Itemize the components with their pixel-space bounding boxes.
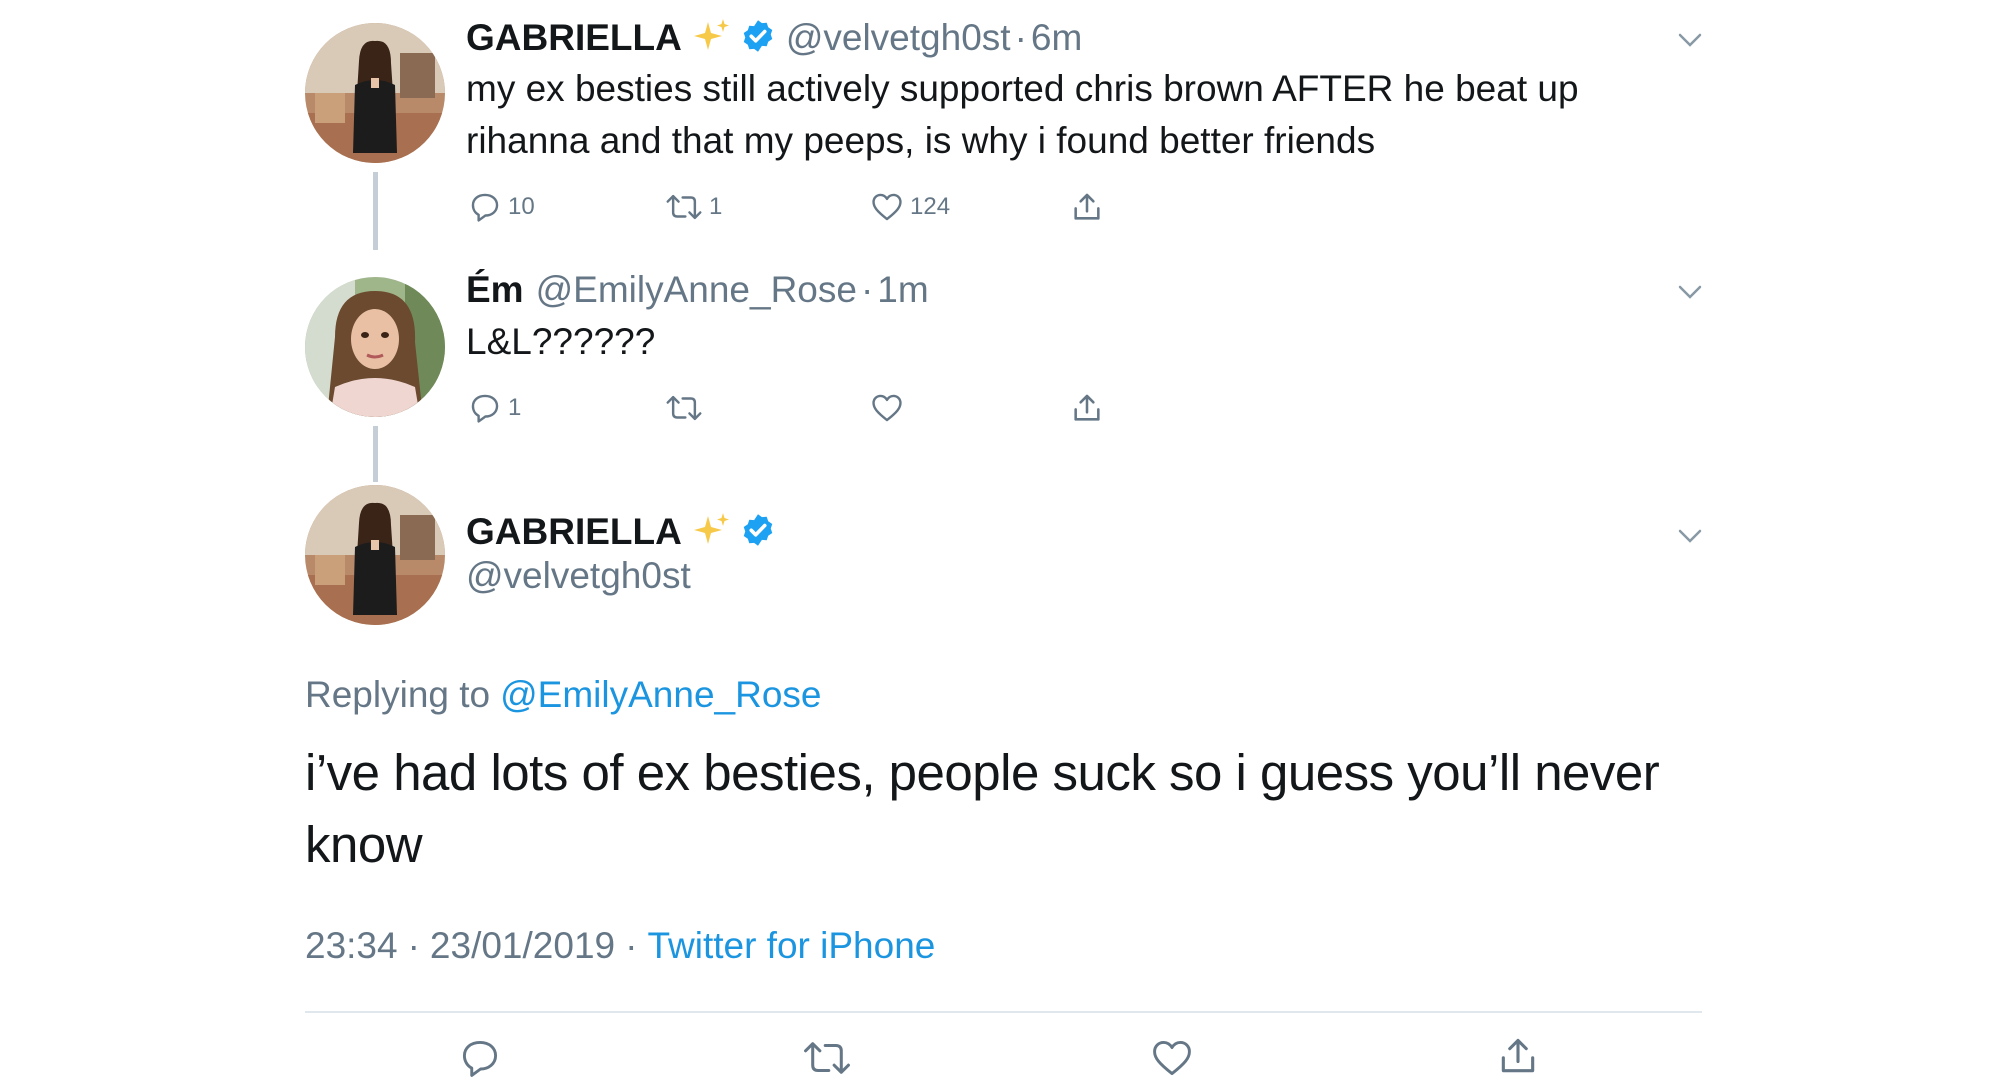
main-tweet-text-line: i’ve had lots of ex besties, people suck…	[305, 744, 1660, 801]
like-button[interactable]: 124	[870, 190, 950, 224]
separator-dot: ·	[625, 925, 638, 966]
timestamp[interactable]: 6m	[1031, 17, 1082, 59]
tweet-text: L&L??????	[466, 316, 1666, 368]
main-tweet-header: GABRIELLA	[466, 508, 776, 556]
heart-icon	[872, 394, 902, 422]
retweet-button[interactable]	[665, 391, 703, 425]
replying-to-label: Replying to	[305, 674, 491, 715]
tweet-date: 23/01/2019	[429, 925, 616, 966]
separator-dot: ·	[1014, 17, 1027, 58]
reply-button[interactable]: 1	[468, 391, 521, 425]
retweet-icon	[666, 395, 702, 421]
share-icon	[1074, 193, 1100, 220]
retweet-button[interactable]: 1	[665, 190, 722, 224]
replying-to-handle[interactable]: @EmilyAnne_Rose	[500, 674, 821, 716]
tweet-time: 23:34	[305, 925, 398, 966]
reply-icon	[471, 193, 499, 222]
tweet-source-link[interactable]: Twitter for iPhone	[647, 925, 935, 967]
reply-icon	[471, 394, 499, 423]
tweet-text-line: my ex besties still actively supported c…	[466, 68, 1579, 109]
thread-connector	[373, 172, 378, 250]
reply-count: 1	[508, 394, 522, 421]
reply-count: 10	[508, 193, 535, 220]
tweet-header: Ém @EmilyAnne_Rose · 1m	[466, 266, 929, 314]
verified-badge-icon	[740, 18, 776, 59]
reply-button[interactable]: 10	[468, 190, 535, 224]
display-name[interactable]: Ém	[466, 269, 524, 311]
share-icon	[1074, 394, 1100, 421]
divider	[305, 1011, 1702, 1013]
replying-to: Replying to @EmilyAnne_Rose	[305, 674, 821, 716]
thread-connector	[373, 426, 378, 482]
handle[interactable]: @velvetgh0st	[466, 555, 691, 597]
handle[interactable]: @velvetgh0st	[786, 17, 1011, 59]
like-count: 124	[910, 193, 951, 220]
main-tweet-text-line: know	[305, 816, 423, 873]
separator-dot: ·	[860, 269, 874, 310]
chevron-down-icon[interactable]	[1677, 282, 1703, 302]
tweet-header: GABRIELLA @velvetgh0st · 6m	[466, 14, 1082, 62]
retweet-icon	[666, 194, 702, 220]
heart-icon	[872, 193, 902, 221]
chevron-down-icon[interactable]	[1677, 526, 1703, 546]
reply-icon[interactable]	[458, 1036, 502, 1080]
tweet-text-line: L&L??????	[466, 321, 656, 362]
tweet-text: my ex besties still actively supported c…	[466, 63, 1666, 167]
display-name[interactable]: GABRIELLA	[466, 511, 682, 553]
display-name[interactable]: GABRIELLA	[466, 17, 682, 59]
main-tweet-text: i’ve had lots of ex besties, people suck…	[305, 737, 1725, 881]
separator-dot: ·	[407, 925, 420, 966]
sparkles-icon	[692, 16, 732, 61]
avatar-em[interactable]	[305, 277, 445, 417]
tweet-meta: 23:34 · 23/01/2019 · Twitter for iPhone	[305, 925, 935, 967]
retweet-icon[interactable]	[802, 1036, 852, 1080]
heart-icon[interactable]	[1150, 1036, 1194, 1080]
tweet-text-line: rihanna and that my peeps, is why i foun…	[466, 120, 1376, 161]
handle[interactable]: @EmilyAnne_Rose	[536, 269, 857, 311]
avatar-gabriella[interactable]	[305, 23, 445, 163]
avatar-gabriella[interactable]	[305, 485, 445, 625]
sparkles-icon	[692, 510, 732, 555]
timestamp[interactable]: 1m	[877, 269, 928, 311]
share-button[interactable]	[1070, 190, 1104, 224]
share-button[interactable]	[1070, 391, 1104, 425]
retweet-count: 1	[709, 193, 723, 220]
share-icon[interactable]	[1496, 1034, 1540, 1078]
chevron-down-icon[interactable]	[1677, 30, 1703, 50]
like-button[interactable]	[870, 391, 904, 425]
verified-badge-icon	[740, 512, 776, 553]
